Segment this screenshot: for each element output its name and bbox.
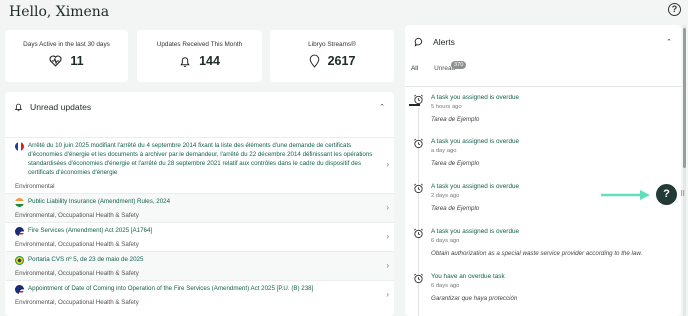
alert-time: 6 days ago	[431, 238, 460, 244]
update-title: Arrêté du 10 juin 2025 modifiant l'arrêt…	[28, 142, 373, 176]
unread-count-badge: 370	[451, 61, 467, 69]
alarm-clock-icon	[414, 228, 423, 239]
alarm-clock-icon	[414, 94, 423, 105]
alert-time: 6 days ago	[431, 283, 460, 289]
list-item[interactable]: Fire Services (Amendment) Act 2025 [A176…	[5, 221, 394, 251]
arrow-right-icon	[601, 190, 650, 200]
alert-title: A task you assigned is overdue	[431, 138, 520, 145]
flag-fr-icon	[15, 142, 24, 151]
update-tags: Environmental, Occupational Health & Saf…	[15, 240, 139, 248]
flag-in-icon	[15, 197, 24, 207]
stat-label: Days Active in the last 30 days	[23, 41, 110, 48]
alert-time: 2 days ago	[431, 193, 460, 199]
alarm-clock-icon	[414, 138, 423, 149]
stat-card-streams: Libryo Streams® 2617	[270, 30, 394, 82]
greeting-heading: Hello, Ximena	[9, 4, 110, 20]
alerts-header[interactable]: Alerts ⌃	[405, 25, 681, 59]
alert-title: A task you assigned is overdue	[431, 228, 520, 235]
alert-time: 5 hours ago	[431, 104, 462, 110]
list-item[interactable]: Public Liability Insurance (Amendment) R…	[5, 192, 394, 222]
update-tags: Environmental, Occupational Health & Saf…	[15, 298, 139, 306]
alert-title: You have an overdue task	[431, 273, 505, 280]
chevron-right-icon: ›	[386, 260, 389, 270]
update-title: Appointment of Date of Coming into Opera…	[28, 284, 314, 292]
alert-note: Garantizar que haya protección	[431, 295, 518, 302]
drag-handle-icon[interactable]: ⠿	[680, 190, 685, 198]
alarm-clock-icon	[414, 273, 423, 284]
scrollbar-thumb[interactable]	[683, 28, 686, 168]
help-button[interactable]: ?	[656, 184, 677, 205]
tab-all[interactable]: All	[408, 65, 421, 106]
alert-note: Tarea de Ejemplo	[431, 116, 480, 123]
unread-updates-header[interactable]: Unread updates ⌃	[5, 92, 394, 122]
update-title: Public Liability Insurance (Amendment) R…	[28, 197, 171, 205]
chevron-right-icon: ›	[386, 231, 389, 241]
list-item[interactable]: Appointment of Date of Coming into Opera…	[5, 279, 394, 309]
heartbeat-icon	[49, 55, 62, 67]
alert-note: Obtain authorization as a special waste …	[431, 250, 643, 257]
stat-value: 144	[199, 54, 220, 68]
unread-updates-panel: Unread updates ⌃ Arrêté du 10 juin 2025 …	[5, 92, 394, 316]
flag-my-icon	[15, 226, 24, 236]
update-tags: Environmental	[15, 182, 55, 190]
pin-icon	[309, 54, 319, 68]
chevron-right-icon: ›	[386, 289, 389, 299]
flag-br-icon	[15, 255, 24, 265]
chat-bubble-icon	[414, 37, 423, 47]
alert-time: a day ago	[431, 148, 457, 154]
stat-card-days-active: Days Active in the last 30 days 11	[5, 30, 128, 82]
chevron-right-icon: ›	[386, 202, 389, 212]
stat-label: Libryo Streams®	[308, 41, 356, 48]
alert-title: A task you assigned is overdue	[431, 183, 520, 190]
update-title: Portaria CVS nº 5, de 23 de maio de 2025	[28, 255, 144, 263]
panel-title: Unread updates	[30, 102, 92, 112]
list-item[interactable]: Portaria CVS nº 5, de 23 de maio de 2025…	[5, 250, 394, 280]
stat-value: 2617	[327, 54, 356, 68]
flag-my-icon	[15, 284, 24, 294]
alarm-clock-icon	[414, 183, 423, 194]
stat-card-updates: Updates Received This Month 144	[137, 30, 262, 82]
panel-title: Alerts	[433, 37, 455, 47]
stat-label: Updates Received This Month	[156, 41, 243, 48]
update-tags: Environmental, Occupational Health & Saf…	[15, 211, 139, 219]
help-icon[interactable]: ?	[668, 3, 681, 16]
chevron-up-icon[interactable]: ⌃	[379, 103, 385, 111]
bell-icon	[180, 56, 190, 67]
list-item[interactable]: Arrêté du 10 juin 2025 modifiant l'arrêt…	[5, 137, 394, 193]
update-title: Fire Services (Amendment) Act 2025 [A176…	[28, 226, 153, 234]
alert-note: Tarea de Ejemplo	[431, 160, 480, 167]
chevron-up-icon[interactable]: ⌃	[666, 38, 672, 46]
alert-note: Tarea de Ejemplo	[431, 205, 480, 212]
stat-value: 11	[70, 54, 84, 68]
chevron-right-icon: ›	[386, 160, 389, 170]
update-tags: Environmental, Occupational Health & Saf…	[15, 269, 139, 277]
alert-title: A task you assigned is overdue	[431, 94, 520, 101]
bell-icon	[14, 103, 23, 112]
